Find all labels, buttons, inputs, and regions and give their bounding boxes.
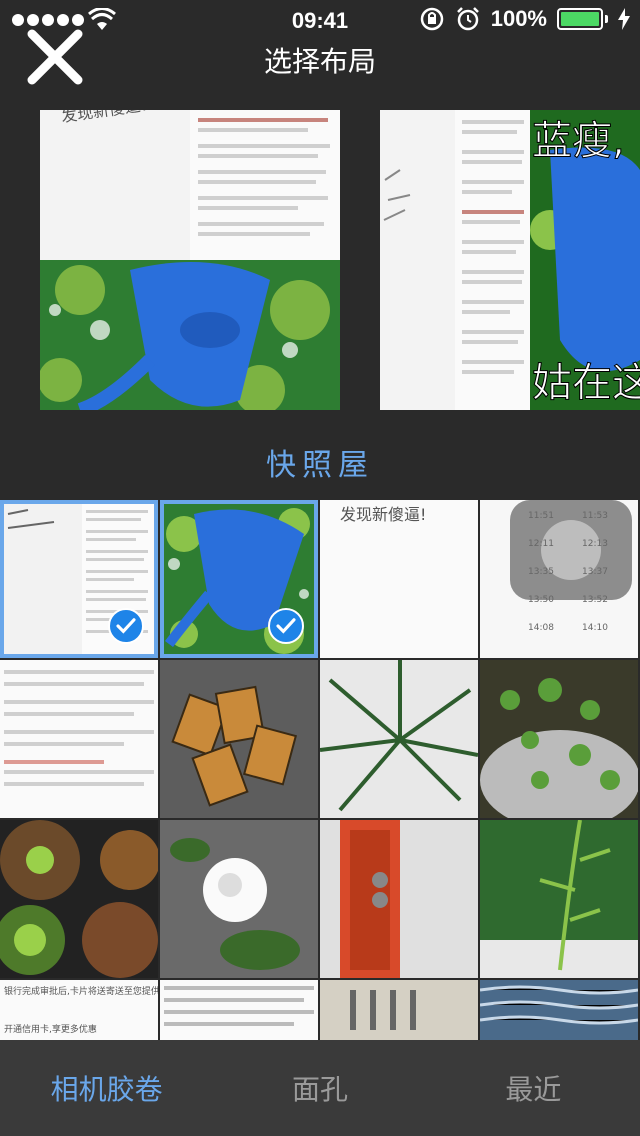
tab-faces[interactable]: 面孔 xyxy=(213,1068,426,1108)
page-title: 选择布局 xyxy=(263,45,376,78)
photo-cell-15[interactable] xyxy=(320,980,478,1040)
photo-cell-16[interactable] xyxy=(480,980,638,1040)
tab-camera-roll[interactable]: 相机胶卷 xyxy=(0,1068,213,1108)
clock-time-label: 13:52 xyxy=(582,595,608,605)
checkmark-icon xyxy=(108,608,144,644)
clock-time-label: 14:10 xyxy=(582,623,608,633)
photo-cell-10[interactable] xyxy=(160,820,318,978)
layout-preview-a-image: 发现新傻逼! xyxy=(40,110,340,410)
cell-3-caption: 发现新傻逼! xyxy=(340,505,426,524)
tab-bar: 相机胶卷 面孔 最近 xyxy=(0,1040,640,1136)
tab-recent[interactable]: 最近 xyxy=(427,1068,640,1108)
cell-13-line1: 银行完成审批后,卡片将送寄送至您提供的地址。 xyxy=(4,985,158,997)
layout-preview-a[interactable]: 发现新傻逼! xyxy=(40,110,340,410)
clock-time-label: 12:13 xyxy=(582,539,608,549)
clock-time-label: 11:51 xyxy=(528,511,554,521)
preview-b-caption-top: 蓝瘦, xyxy=(532,118,625,164)
photo-cell-4[interactable]: 11:51 11:53 12:11 12:13 13:35 13:37 13:50 13:52… xyxy=(480,500,638,658)
photo-cell-12[interactable] xyxy=(480,820,638,978)
clock-time-label: 13:50 xyxy=(528,595,554,605)
layout-preview-b[interactable]: 蓝瘦, 姑在这 xyxy=(380,110,640,410)
photo-cell-13[interactable]: 银行完成审批后,卡片将送寄送至您提供的地址。 开通信用卡,享更多优惠 xyxy=(0,980,158,1040)
photo-cell-5[interactable] xyxy=(0,660,158,818)
clock-time-label: 11:53 xyxy=(582,511,608,521)
clock-time-label: 13:37 xyxy=(582,567,608,577)
battery-percent: 100% xyxy=(490,6,547,31)
preview-b-caption-bottom: 姑在这 xyxy=(532,360,640,406)
layout-name: 快照屋 xyxy=(266,448,374,483)
photo-cell-6[interactable] xyxy=(160,660,318,818)
cell-13-line2: 开通信用卡,享更多优惠 xyxy=(4,1023,97,1035)
clock-time-label: 12:11 xyxy=(528,539,554,549)
clock-time-label: 13:35 xyxy=(528,567,554,577)
layout-preview-b-image: 蓝瘦, 姑在这 xyxy=(380,110,640,410)
photo-cell-14[interactable] xyxy=(160,980,318,1040)
photo-cell-3[interactable]: 发现新傻逼! xyxy=(320,500,478,658)
checkmark-icon xyxy=(268,608,304,644)
photo-cell-2[interactable] xyxy=(160,500,318,658)
battery-icon xyxy=(557,8,608,30)
alarm-icon xyxy=(456,7,479,31)
charging-icon xyxy=(618,8,630,30)
photo-cell-7[interactable] xyxy=(320,660,478,818)
photo-cell-11[interactable] xyxy=(320,820,478,978)
photo-cell-9[interactable] xyxy=(0,820,158,978)
battery-level xyxy=(561,12,599,26)
rotation-lock-icon xyxy=(420,7,443,31)
status-bar: 09:41 100% xyxy=(0,0,640,40)
photo-cell-1[interactable] xyxy=(0,500,158,658)
photo-cell-8[interactable] xyxy=(480,660,638,818)
clock-time-label: 14:08 xyxy=(528,623,554,633)
photo-grid: 发现新傻逼! 11:51 11:53 12:11 12:13 13:35 13:37 13:… xyxy=(0,500,640,1040)
